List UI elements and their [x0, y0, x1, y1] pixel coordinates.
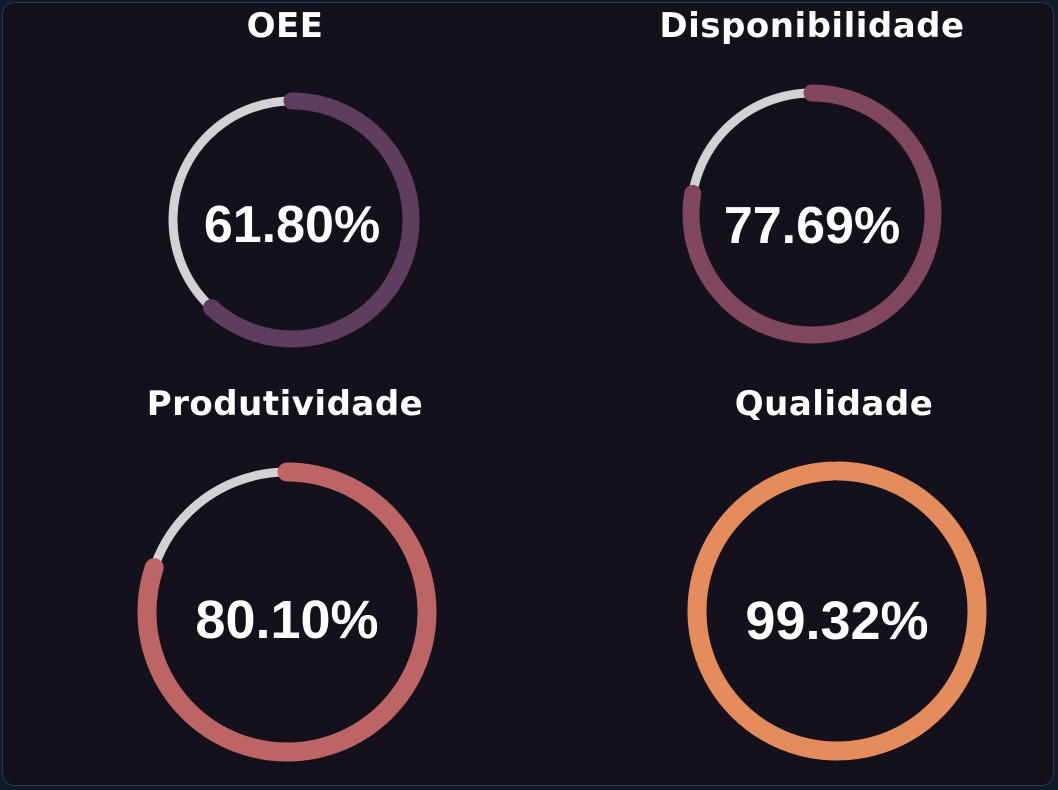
gauge-qualidade-value: 99.32% — [745, 591, 928, 651]
gauge-disponibilidade-value: 77.69% — [724, 197, 900, 255]
gauge-produtividade-value: 80.10% — [195, 590, 378, 650]
gauge-oee-value: 61.80% — [204, 196, 380, 254]
gauge-qualidade: 99.32% — [687, 461, 987, 761]
gauge-produtividade-ring: 80.10% — [137, 462, 437, 762]
gauge-disponibilidade: 77.69% — [681, 83, 943, 345]
gauge-title-oee: OEE — [246, 6, 324, 46]
gauge-qualidade-ring: 99.32% — [687, 461, 987, 761]
gauge-title-disponibilidade: Disponibilidade — [659, 6, 965, 46]
gauge-oee: 61.80% — [161, 89, 423, 351]
gauge-oee-ring: 61.80% — [164, 92, 420, 348]
kpi-dashboard-panel: OEE 61.80% Disponibilidade 77.69% Produt… — [2, 2, 1054, 786]
gauge-title-qualidade: Qualidade — [734, 384, 934, 424]
gauge-produtividade: 80.10% — [137, 462, 437, 762]
gauge-disponibilidade-ring: 77.69% — [682, 84, 942, 344]
gauge-title-produtividade: Produtividade — [146, 384, 424, 424]
